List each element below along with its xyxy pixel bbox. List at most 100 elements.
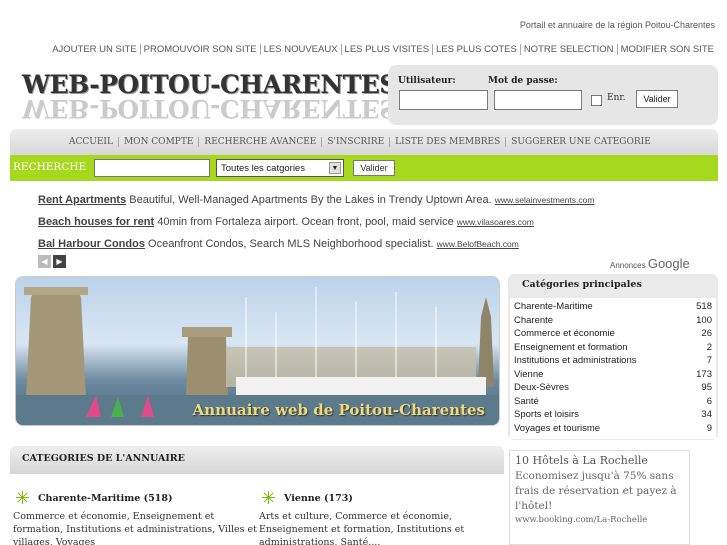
main-categories-list: Charente-Maritime 518 Charente 100 Commerc… (510, 298, 716, 439)
remember-checkbox[interactable] (591, 95, 602, 106)
category-name: Charente (514, 314, 554, 326)
google-logo: Google (647, 256, 690, 271)
logo-reflection: WEB-POITOU-CHARENTES (22, 94, 397, 123)
category-row[interactable]: Vienne 173 (514, 368, 712, 382)
category-row[interactable]: Commerce et économie 26 (514, 327, 712, 341)
category-name: Vienne (514, 368, 544, 380)
category-row[interactable]: Voyages et tourisme 9 (514, 422, 712, 436)
ad-item: Rent Apartments Beautiful, Well-Managed … (38, 192, 698, 214)
category-name: Enseignement et formation (514, 341, 628, 353)
main-categories-box: Catégories principales Charente-Maritime… (508, 274, 718, 440)
ad-text: 40min from Fortaleza airport. Ocean fron… (157, 216, 454, 228)
chevron-right-icon[interactable]: ▶ (53, 255, 66, 268)
nav-advanced-search[interactable]: RECHERCHE AVANCEE (198, 137, 321, 147)
chevron-down-icon: ▼ (329, 162, 341, 174)
top-nav-add-site[interactable]: AJOUTER UN SITE (49, 44, 139, 55)
leaf-icon: ✳ (15, 488, 31, 509)
category-select[interactable]: Toutes les catgories ▼ (216, 159, 344, 177)
directory-title: CATEGORIES DE L'ANNUAIRE (22, 453, 185, 464)
ads-by-google[interactable]: Annonces Google (610, 256, 690, 271)
chevron-left-icon[interactable]: ◀ (38, 255, 51, 268)
ad-title-link[interactable]: Beach houses for rent (38, 216, 154, 228)
site-tagline: Portail et annuaire de la région Poitou-… (519, 20, 715, 30)
nav-home[interactable]: ACCUEIL (64, 137, 118, 147)
category-count: 100 (696, 314, 712, 326)
nav-my-account[interactable]: MON COMPTE (117, 137, 198, 147)
ad-title-link[interactable]: Bal Harbour Condos (38, 238, 145, 250)
category-count: 7 (706, 355, 712, 366)
side-ad-url[interactable]: www.booking.com/La-Rochelle (515, 515, 684, 525)
category-count: 9 (706, 422, 712, 434)
category-row[interactable]: Deux-Sèvres 95 (514, 381, 712, 395)
ad-item: Bal Harbour Condos Oceanfront Condos, Se… (38, 236, 698, 258)
site-logo[interactable]: WEB-POITOU-CHARENTES WEB-POITOU-CHARENTE… (22, 70, 397, 126)
category-name: Charente-Maritime (514, 301, 593, 312)
directory-header: CATEGORIES DE L'ANNUAIRE (10, 446, 504, 474)
category-count: 26 (701, 328, 712, 339)
login-box: Utilisateur: Mot de passe: Enr. Valider (388, 65, 718, 125)
category-row[interactable]: Santé 6 (514, 395, 712, 409)
ad-text: Beautiful, Well-Managed Apartments By th… (129, 194, 492, 206)
banner-caption: Annuaire web de Poitou-Charentes (192, 401, 485, 419)
nav-register[interactable]: S'INSCRIRE (321, 137, 389, 147)
category-count: 95 (701, 382, 712, 393)
top-nav-most-visited[interactable]: LES PLUS VISITES (340, 44, 432, 55)
category-name: Sports et loisirs (514, 409, 579, 420)
category-name: Deux-Sèvres (514, 382, 569, 393)
nav-members-list[interactable]: LISTE DES MEMBRES (389, 137, 505, 147)
directory-category-desc: Commerce et économie, Enseignement et fo… (13, 511, 257, 545)
ad-list: Rent Apartments Beautiful, Well-Managed … (38, 192, 698, 258)
ad-url-link[interactable]: www.selainvestments.com (495, 195, 595, 205)
top-nav-edit-site[interactable]: MODIFIER SON SITE (616, 44, 717, 55)
banner-photo: Annuaire web de Poitou-Charentes (15, 276, 500, 426)
category-select-value: Toutes les catgories (221, 162, 305, 174)
category-count: 173 (696, 368, 712, 380)
password-input[interactable] (494, 90, 582, 110)
side-ad-title[interactable]: 10 Hôtels à La Rochelle (515, 454, 684, 467)
search-input[interactable] (94, 159, 210, 177)
top-nav-top-rated[interactable]: LES PLUS COTES (432, 44, 520, 55)
top-nav-our-selection[interactable]: NOTRE SELECTION (519, 44, 617, 55)
directory-category-link[interactable]: Charente-Maritime (518) (38, 493, 258, 504)
search-label: RECHERCHE (13, 161, 87, 173)
category-name: Commerce et économie (514, 328, 615, 339)
ad-url-link[interactable]: www.vilasoares.com (457, 217, 534, 227)
category-name: Institutions et administrations (514, 355, 637, 366)
directory-category: ✳ Charente-Maritime (518) Commerce et éc… (13, 489, 258, 545)
category-name: Voyages et tourisme (514, 422, 601, 434)
category-row[interactable]: Charente-Maritime 518 (514, 300, 712, 314)
ads-by-label: Annonces (610, 261, 646, 270)
category-name: Santé (514, 395, 539, 407)
username-input[interactable] (399, 90, 488, 110)
directory-category: ✳ Vienne (173) Arts et culture, Commerce… (259, 489, 504, 545)
nav-suggest-category[interactable]: SUGGERER UNE CATEGORIE (505, 137, 656, 147)
login-button[interactable]: Valider (636, 90, 678, 108)
search-button[interactable]: Valider (353, 160, 395, 176)
category-row[interactable]: Sports et loisirs 34 (514, 408, 712, 422)
left-tower (26, 289, 86, 397)
category-row[interactable]: Charente 100 (514, 314, 712, 328)
side-ad[interactable]: 10 Hôtels à La Rochelle Economisez jusqu… (509, 450, 690, 545)
category-count: 34 (701, 409, 712, 420)
top-nav-promote-site[interactable]: PROMOUVOIR SON SITE (139, 44, 260, 55)
ad-title-link[interactable]: Rent Apartments (38, 194, 126, 206)
left-tower-top (24, 287, 88, 295)
boats (236, 377, 486, 395)
category-row[interactable]: Enseignement et formation 2 (514, 341, 712, 355)
remember-label: Enr. (607, 93, 626, 103)
main-categories-title: Catégories principales (522, 279, 642, 290)
ad-text: Oceanfront Condos, Search MLS Neighborho… (148, 238, 434, 250)
main-nav: ACCUEIL MON COMPTE RECHERCHE AVANCEE S'I… (10, 129, 718, 155)
top-nav: AJOUTER UN SITE PROMOUVOIR SON SITE LES … (49, 44, 717, 55)
directory-category-link[interactable]: Vienne (173) (284, 493, 504, 504)
top-nav-new[interactable]: LES NOUVEAUX (259, 44, 341, 55)
ad-url-link[interactable]: www.BelofBeach.com (437, 239, 519, 249)
password-label: Mot de passe: (488, 76, 558, 86)
category-row[interactable]: Institutions et administrations 7 (514, 354, 712, 368)
category-count: 2 (706, 341, 712, 353)
side-ad-text: Economisez jusqu'à 75% sans frais de rés… (515, 470, 677, 512)
middle-tower-top (182, 327, 232, 337)
category-count: 6 (706, 395, 712, 407)
ad-pager: ◀ ▶ (38, 255, 66, 268)
username-label: Utilisateur: (398, 76, 456, 86)
